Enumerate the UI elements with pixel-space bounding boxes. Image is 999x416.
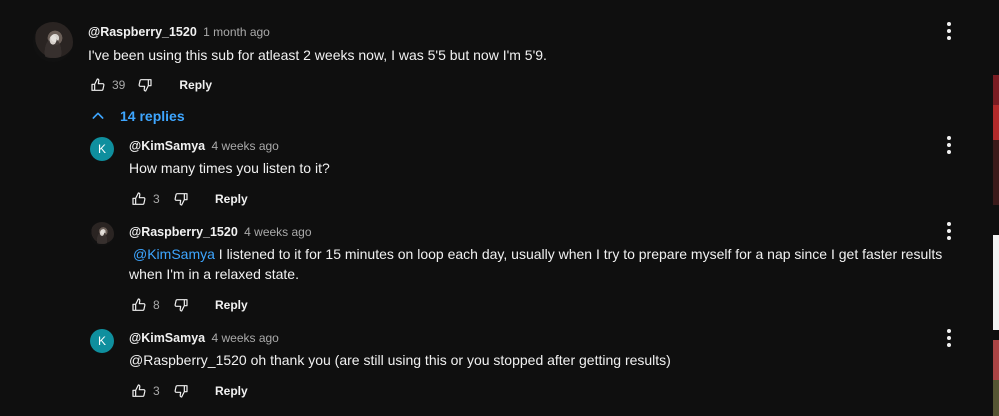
comment-actions: 3 Reply: [129, 189, 248, 209]
comment-header: @Raspberry_1520 1 month ago: [88, 25, 270, 39]
comment-text: I've been using this sub for atleast 2 w…: [88, 47, 547, 63]
like-icon[interactable]: [129, 189, 149, 209]
reply-button[interactable]: Reply: [215, 298, 248, 312]
comment-actions: 3 Reply: [129, 381, 248, 401]
comment-time[interactable]: 4 weeks ago: [211, 139, 278, 153]
comment-header: @KimSamya 4 weeks ago: [129, 139, 279, 153]
avatar-letter: K: [97, 334, 106, 348]
more-vert-icon[interactable]: [940, 19, 958, 43]
author-name[interactable]: @Raspberry_1520: [88, 25, 197, 39]
avatar[interactable]: K: [90, 329, 114, 353]
like-count: 3: [153, 192, 160, 206]
avatar[interactable]: [90, 222, 114, 246]
comments-section: @Raspberry_1520 1 month ago I've been us…: [0, 0, 999, 416]
more-vert-icon[interactable]: [940, 133, 958, 157]
avatar[interactable]: [33, 22, 73, 62]
replies-toggle-label: 14 replies: [120, 108, 185, 124]
more-vert-icon[interactable]: [940, 326, 958, 350]
chevron-up-icon: [92, 112, 104, 119]
like-count: 8: [153, 298, 160, 312]
like-count: 39: [112, 78, 126, 92]
dislike-icon[interactable]: [171, 295, 191, 315]
comment-actions: 39 Reply: [88, 75, 212, 95]
like-count: 3: [153, 384, 160, 398]
replies-toggle-button[interactable]: 14 replies: [90, 108, 185, 124]
comment-text: @KimSamya I listened to it for 15 minute…: [129, 244, 949, 284]
comment-text: How many times you listen to it?: [129, 160, 330, 176]
reply-button[interactable]: Reply: [179, 78, 212, 92]
author-name[interactable]: @Raspberry_1520: [129, 225, 238, 239]
dislike-icon[interactable]: [135, 75, 155, 95]
mention-link[interactable]: @KimSamya: [133, 246, 215, 262]
reply-button[interactable]: Reply: [215, 384, 248, 398]
comment-actions: 8 Reply: [129, 295, 248, 315]
comment-time[interactable]: 4 weeks ago: [211, 331, 278, 345]
comment-header: @Raspberry_1520 4 weeks ago: [129, 225, 312, 239]
avatar[interactable]: K: [90, 137, 114, 161]
comment-time[interactable]: 1 month ago: [203, 25, 270, 39]
like-icon[interactable]: [88, 75, 108, 95]
dislike-icon[interactable]: [171, 381, 191, 401]
dislike-icon[interactable]: [171, 189, 191, 209]
comment-text-line: I listened to it for 15 minutes on loop …: [214, 246, 943, 262]
author-name[interactable]: @KimSamya: [129, 139, 205, 153]
avatar-letter: K: [97, 142, 106, 156]
more-vert-icon[interactable]: [940, 219, 958, 243]
reply-button[interactable]: Reply: [215, 192, 248, 206]
comment-text-line: when I'm in a relaxed state.: [129, 266, 299, 282]
like-icon[interactable]: [129, 381, 149, 401]
author-name[interactable]: @KimSamya: [129, 331, 205, 345]
comment-text: @Raspberry_1520 oh thank you (are still …: [129, 352, 671, 368]
adjacent-panel-edge: [993, 0, 999, 416]
comment-header: @KimSamya 4 weeks ago: [129, 331, 279, 345]
comment-time[interactable]: 4 weeks ago: [244, 225, 311, 239]
like-icon[interactable]: [129, 295, 149, 315]
